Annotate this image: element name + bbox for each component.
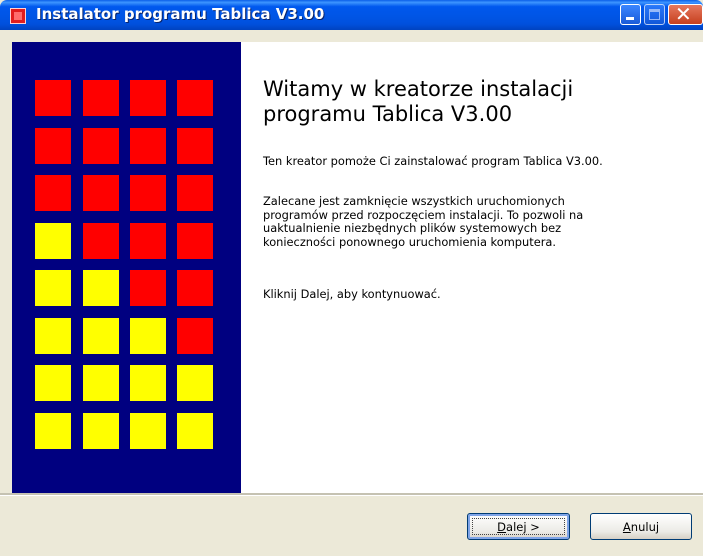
sidebar-square-yellow: [35, 318, 71, 354]
sidebar-square-yellow: [177, 413, 213, 449]
sidebar-square-red: [177, 270, 213, 306]
sidebar-square-red: [130, 80, 166, 116]
cancel-button[interactable]: Anuluj: [590, 513, 692, 540]
recommendation-line: Zalecane jest zamknięcie wszystkich uruc…: [263, 194, 565, 208]
installer-window: Instalator programu Tablica V3.00 ✕ Wita…: [0, 0, 703, 556]
sidebar-square-yellow: [83, 318, 119, 354]
sidebar-square-yellow: [130, 413, 166, 449]
sidebar-square-red: [35, 80, 71, 116]
minimize-button[interactable]: [620, 4, 641, 25]
recommendation-text: Zalecane jest zamknięcie wszystkich uruc…: [263, 194, 698, 249]
sidebar-square-yellow: [130, 365, 166, 401]
sidebar-square-yellow: [35, 365, 71, 401]
sidebar-square-red: [130, 128, 166, 164]
cancel-button-label: Anuluj: [622, 519, 660, 534]
intro-text: Ten kreator pomoże Ci zainstalować progr…: [263, 154, 603, 168]
sidebar-square-red: [130, 175, 166, 211]
welcome-heading-line2: programu Tablica V3.00: [263, 102, 513, 126]
sidebar-square-yellow: [83, 365, 119, 401]
recommendation-line: uaktualnienie niezbędnych plików systemo…: [263, 221, 562, 236]
next-button[interactable]: Dalej >: [467, 513, 570, 540]
window-title: Instalator programu Tablica V3.00: [36, 5, 325, 23]
sidebar-square-red: [83, 80, 119, 116]
maximize-button: [644, 4, 665, 25]
app-icon: [10, 8, 26, 24]
recommendation-line: programów przed rozpoczęciem instalacji.…: [263, 207, 584, 222]
sidebar-square-yellow: [83, 413, 119, 449]
sidebar-square-red: [177, 175, 213, 211]
sidebar-square-red: [177, 223, 213, 259]
sidebar-square-yellow: [130, 318, 166, 354]
sidebar-square-red: [177, 128, 213, 164]
sidebar-square-red: [177, 318, 213, 354]
sidebar-square-red: [130, 270, 166, 306]
continue-instruction: Kliknij Dalej, aby kontynuować.: [263, 287, 441, 301]
sidebar-square-red: [35, 175, 71, 211]
sidebar-square-red: [83, 223, 119, 259]
close-icon: ✕: [675, 2, 692, 26]
sidebar-square-red: [83, 128, 119, 164]
close-button[interactable]: ✕: [668, 4, 703, 25]
recommendation-line: konieczności ponownego uruchomienia komp…: [263, 234, 557, 249]
footer-divider: [0, 493, 703, 496]
welcome-heading-line1: Witamy w kreatorze instalacji: [263, 77, 574, 101]
wizard-sidebar-image: [12, 42, 241, 493]
sidebar-square-yellow: [177, 365, 213, 401]
welcome-heading: Witamy w kreatorze instalacji programu T…: [263, 77, 663, 127]
title-bar[interactable]: Instalator programu Tablica V3.00 ✕: [0, 0, 703, 30]
sidebar-square-yellow: [83, 270, 119, 306]
sidebar-square-red: [35, 128, 71, 164]
sidebar-square-red: [177, 80, 213, 116]
sidebar-square-red: [130, 223, 166, 259]
sidebar-square-yellow: [35, 223, 71, 259]
sidebar-square-yellow: [35, 270, 71, 306]
focus-ring: [472, 518, 565, 535]
sidebar-square-red: [83, 175, 119, 211]
sidebar-square-yellow: [35, 413, 71, 449]
welcome-panel: Witamy w kreatorze instalacji programu T…: [241, 42, 703, 493]
